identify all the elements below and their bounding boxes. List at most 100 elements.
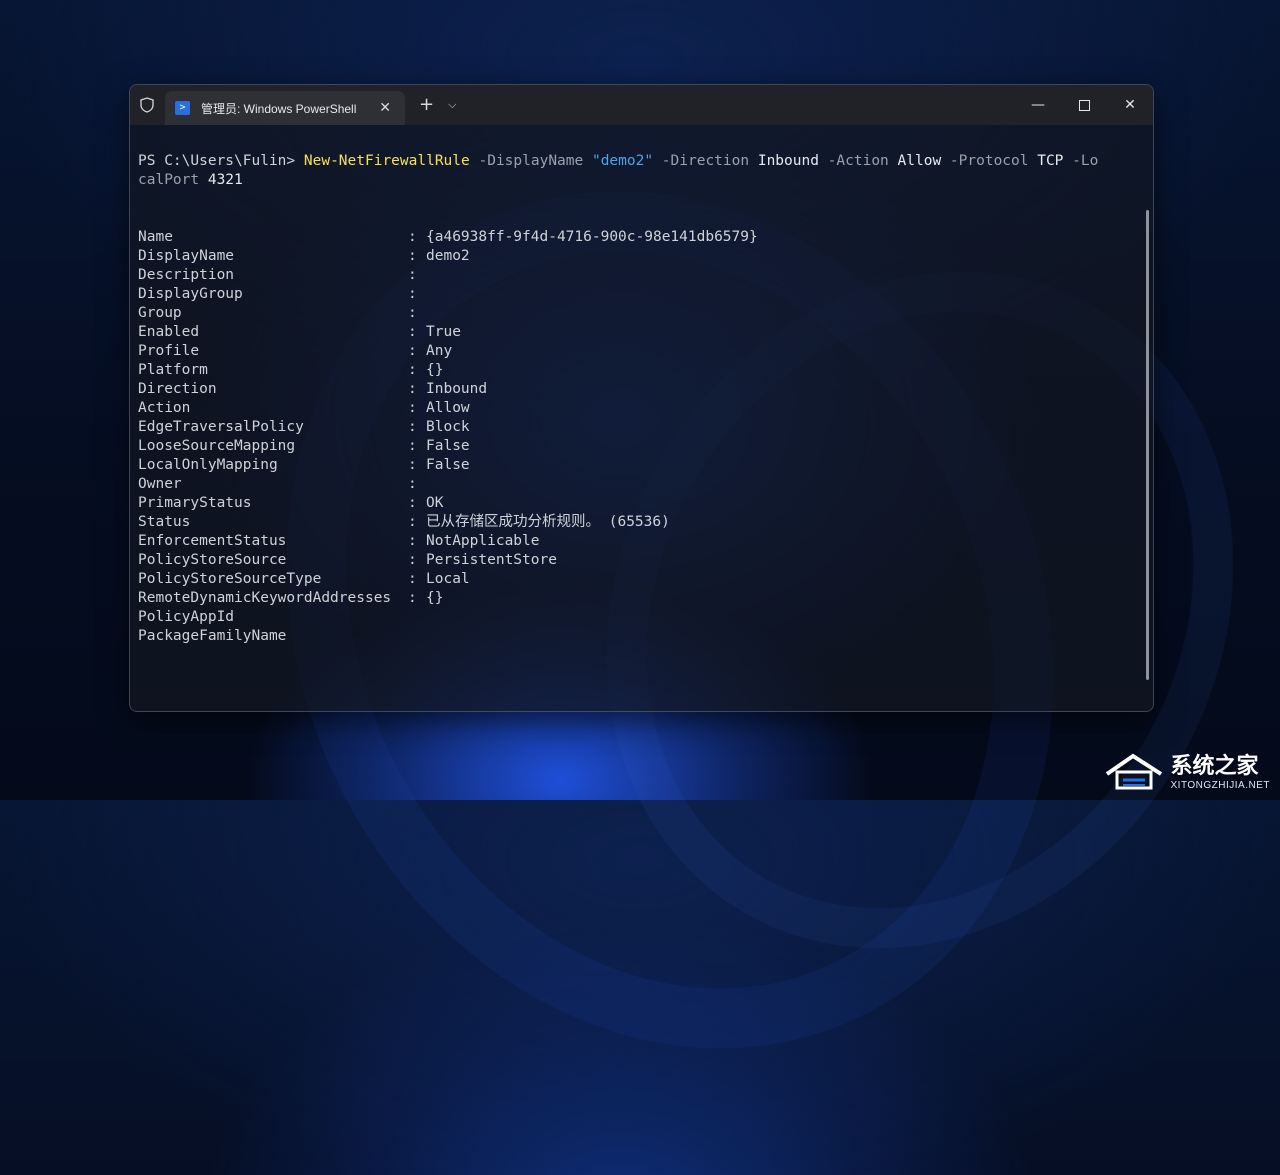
shield-icon — [139, 96, 155, 114]
scrollbar[interactable] — [1146, 210, 1149, 680]
property-separator: : — [408, 476, 417, 492]
terminal-output[interactable]: PS C:\Users\Fulin> New-NetFirewallRule -… — [138, 125, 1139, 711]
property-value: False — [426, 457, 470, 473]
property-separator — [408, 608, 426, 627]
property-separator: : — [408, 362, 417, 378]
param-displayname: -DisplayName — [469, 153, 592, 169]
output-row: PolicyStoreSource: PersistentStore — [138, 551, 1139, 570]
property-name: PolicyAppId — [138, 609, 235, 625]
output-row: EdgeTraversalPolicy: Block — [138, 418, 1139, 437]
property-separator: : — [408, 381, 417, 397]
output-row: DisplayGroup: — [138, 285, 1139, 304]
property-value: demo2 — [426, 248, 470, 264]
property-name: PrimaryStatus — [138, 495, 252, 511]
property-separator: : — [408, 419, 417, 435]
house-logo-icon — [1103, 752, 1167, 792]
property-name: PolicyStoreSourceType — [138, 571, 322, 587]
blank-lines — [138, 190, 1139, 228]
property-name: Group — [138, 305, 182, 321]
property-value: OK — [426, 495, 444, 511]
close-icon[interactable]: ✕ — [1107, 85, 1153, 125]
value-displayname: "demo2" — [591, 153, 654, 169]
plus-icon[interactable]: + — [419, 96, 434, 114]
property-separator: : — [408, 267, 417, 283]
output-table: Name: {a46938ff-9f4d-4716-900c-98e141db65… — [138, 228, 1139, 646]
prompt: PS C:\Users\Fulin> — [138, 153, 304, 169]
property-name: Enabled — [138, 324, 200, 340]
property-value: Any — [426, 343, 453, 359]
property-separator: : — [408, 457, 417, 473]
param-localport-start: -Lo — [1063, 153, 1099, 169]
property-name: Name — [138, 229, 173, 245]
property-separator — [408, 627, 426, 646]
property-value: False — [426, 438, 470, 454]
property-value: {} — [426, 590, 444, 606]
property-value: NotApplicable — [426, 533, 540, 549]
property-name: LocalOnlyMapping — [138, 457, 278, 473]
command-line-wrap: calPort 4321 — [138, 171, 1139, 190]
property-value: Local — [426, 571, 470, 587]
param-direction: -Direction — [653, 153, 758, 169]
chevron-down-icon[interactable]: ⌵ — [448, 98, 456, 112]
title-bar[interactable]: > 管理员: Windows PowerShell ✕ + ⌵ — ✕ — [130, 85, 1153, 125]
property-name: Action — [138, 400, 191, 416]
property-name: PolicyStoreSource — [138, 552, 287, 568]
cmdlet: New-NetFirewallRule — [303, 153, 470, 169]
watermark-text: 系统之家 XITONGZHIJIA.NET — [1171, 754, 1271, 791]
property-name: PackageFamilyName — [138, 628, 287, 644]
maximize-icon[interactable] — [1061, 85, 1107, 125]
property-name: Status — [138, 514, 191, 530]
property-value: PersistentStore — [426, 552, 557, 568]
property-separator: : — [408, 324, 417, 340]
tab-powershell[interactable]: > 管理员: Windows PowerShell ✕ — [165, 91, 405, 125]
property-name: Direction — [138, 381, 217, 397]
terminal-window: > 管理员: Windows PowerShell ✕ + ⌵ — ✕ PS C… — [129, 84, 1154, 712]
property-name: Description — [138, 267, 235, 283]
value-localport: 4321 — [199, 172, 243, 188]
output-row: PrimaryStatus: OK — [138, 494, 1139, 513]
tab-title: 管理员: Windows PowerShell — [201, 101, 357, 116]
property-value: Allow — [426, 400, 470, 416]
property-separator: : — [408, 552, 417, 568]
output-row: Platform: {} — [138, 361, 1139, 380]
property-name: LooseSourceMapping — [138, 438, 296, 454]
property-value: True — [426, 324, 461, 340]
param-localport-end: calPort — [138, 172, 200, 188]
property-value: Inbound — [426, 381, 488, 397]
close-icon[interactable]: ✕ — [379, 101, 391, 115]
property-separator: : — [408, 438, 417, 454]
output-row: Enabled: True — [138, 323, 1139, 342]
output-row: PolicyStoreSourceType: Local — [138, 570, 1139, 589]
property-name: Owner — [138, 476, 182, 492]
watermark-subtitle: XITONGZHIJIA.NET — [1170, 779, 1270, 791]
property-value: {a46938ff-9f4d-4716-900c-98e141db6579} — [426, 229, 758, 245]
property-name: Profile — [138, 343, 200, 359]
property-separator: : — [408, 229, 417, 245]
property-value: {} — [426, 362, 444, 378]
property-separator: : — [408, 343, 417, 359]
value-action: Allow — [897, 153, 942, 169]
output-row: Owner: — [138, 475, 1139, 494]
output-row: Profile: Any — [138, 342, 1139, 361]
output-row: PolicyAppId — [138, 608, 1139, 627]
property-separator: : — [408, 305, 417, 321]
param-protocol: -Protocol — [941, 153, 1038, 169]
property-separator: : — [408, 286, 417, 302]
minimize-icon[interactable]: — — [1015, 85, 1061, 125]
output-row: Status: 已从存储区成功分析规则。 (65536) — [138, 513, 1139, 532]
property-name: EdgeTraversalPolicy — [138, 419, 304, 435]
command-line: PS C:\Users\Fulin> New-NetFirewallRule -… — [138, 152, 1139, 171]
property-name: DisplayGroup — [138, 286, 243, 302]
property-separator: : — [408, 533, 417, 549]
property-separator: : — [408, 248, 417, 264]
property-name: RemoteDynamicKeywordAddresses — [138, 590, 392, 606]
watermark-title: 系统之家 — [1170, 753, 1259, 779]
property-separator: : — [408, 514, 417, 530]
property-separator: : — [408, 495, 417, 511]
property-name: Platform — [138, 362, 208, 378]
output-row: Action: Allow — [138, 399, 1139, 418]
output-row: Group: — [138, 304, 1139, 323]
window-controls: — ✕ — [1015, 85, 1153, 125]
output-row: LocalOnlyMapping: False — [138, 456, 1139, 475]
property-separator: : — [408, 590, 417, 606]
